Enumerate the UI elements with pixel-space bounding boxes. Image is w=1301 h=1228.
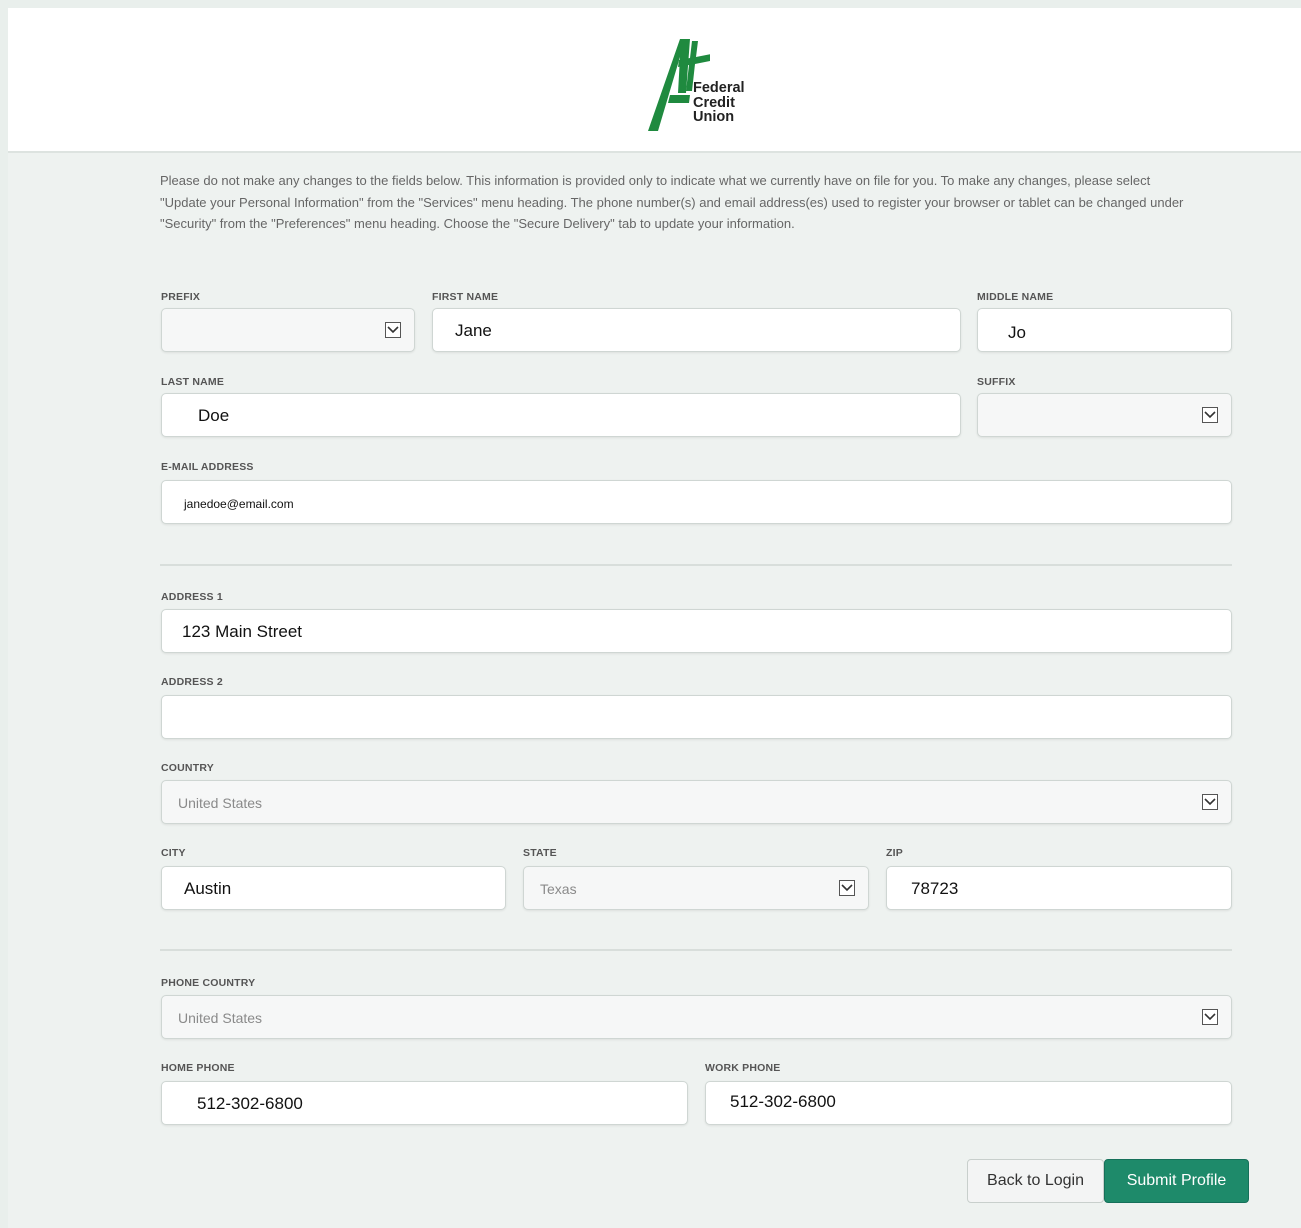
middle-name-field[interactable]: Jo [977, 308, 1232, 352]
work-phone-field[interactable]: 512-302-6800 [705, 1081, 1232, 1125]
zip-value: 78723 [911, 879, 959, 898]
email-value: janedoe@email.com [184, 497, 294, 511]
state-value: Texas [540, 881, 577, 897]
prefix-select[interactable] [161, 308, 415, 352]
logo-text-credit: Credit [693, 94, 735, 111]
home-phone-label: HOME PHONE [161, 1062, 235, 1074]
address1-label: ADDRESS 1 [161, 591, 223, 603]
state-label: STATE [523, 847, 557, 859]
home-phone-field[interactable]: 512-302-6800 [161, 1081, 688, 1125]
suffix-select[interactable] [977, 393, 1232, 437]
chevron-down-icon [839, 880, 855, 896]
middle-name-label: MIDDLE NAME [977, 291, 1054, 303]
city-label: CITY [161, 847, 186, 859]
address2-label: ADDRESS 2 [161, 676, 223, 688]
country-select[interactable]: United States [161, 780, 1232, 824]
address1-value: 123 Main Street [182, 622, 303, 641]
email-label: E-MAIL ADDRESS [161, 461, 254, 473]
email-field[interactable]: janedoe@email.com [161, 480, 1232, 524]
country-label: COUNTRY [161, 762, 214, 774]
address2-field[interactable] [161, 695, 1232, 739]
credit-union-logo: Federal Credit Union [640, 33, 770, 148]
city-field[interactable]: Austin [161, 866, 506, 910]
notice-text: Please do not make any changes to the fi… [160, 173, 1184, 231]
last-name-value: Doe [198, 406, 230, 425]
section-divider [160, 949, 1232, 951]
submit-profile-button[interactable]: Submit Profile [1104, 1159, 1249, 1203]
phone-country-label: PHONE COUNTRY [161, 977, 256, 989]
section-divider [160, 564, 1232, 566]
last-name-label: LAST NAME [161, 376, 225, 388]
city-value: Austin [184, 879, 232, 898]
first-name-value: Jane [455, 321, 492, 340]
zip-field[interactable]: 78723 [886, 866, 1232, 910]
chevron-down-icon [1202, 794, 1218, 810]
header: Federal Credit Union [8, 8, 1301, 153]
middle-name-value: Jo [1008, 323, 1026, 342]
work-phone-label: WORK PHONE [705, 1062, 781, 1074]
suffix-label: SUFFIX [977, 376, 1016, 388]
work-phone-value: 512-302-6800 [730, 1092, 836, 1111]
chevron-down-icon [1202, 1009, 1218, 1025]
first-name-label: FIRST NAME [432, 291, 499, 303]
logo-text-union: Union [693, 109, 735, 125]
phone-country-select[interactable]: United States [161, 995, 1232, 1039]
prefix-label: PREFIX [161, 291, 201, 303]
state-select[interactable]: Texas [523, 866, 869, 910]
back-to-login-button[interactable]: Back to Login [967, 1159, 1104, 1203]
zip-label: ZIP [886, 847, 903, 859]
country-value: United States [178, 795, 263, 811]
address1-field[interactable]: 123 Main Street [161, 609, 1232, 653]
phone-country-value: United States [178, 1010, 263, 1026]
first-name-field[interactable]: Jane [432, 308, 961, 352]
chevron-down-icon [1202, 407, 1218, 423]
logo-text-federal: Federal [693, 80, 745, 96]
last-name-field[interactable]: Doe [161, 393, 961, 437]
chevron-down-icon [385, 322, 401, 338]
logo-text: Federal Credit Union [693, 81, 745, 125]
home-phone-value: 512-302-6800 [197, 1094, 303, 1113]
